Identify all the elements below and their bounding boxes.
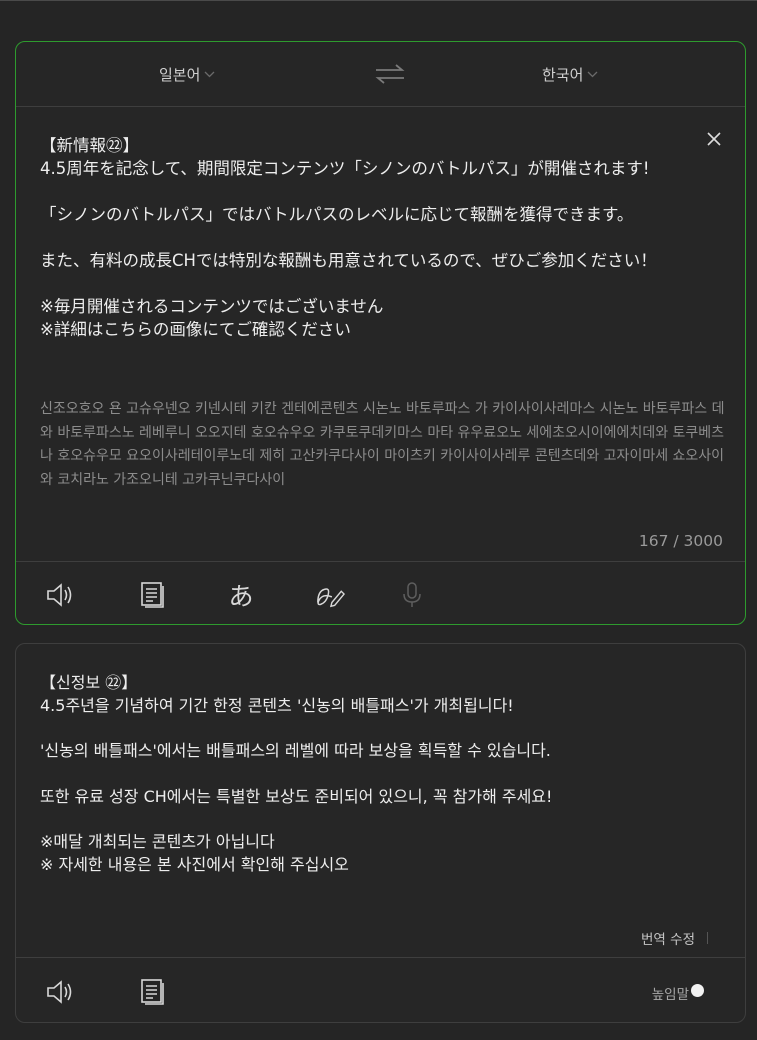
chevron-down-icon [587,68,598,81]
microphone-icon[interactable] [397,580,427,610]
source-language-label: 일본어 [159,66,201,84]
top-divider [0,0,757,1]
copy-icon[interactable] [137,977,167,1007]
swap-icon[interactable] [374,62,406,86]
translation-text: 【신정보 ㉒】 4.5주년을 기념하여 기간 한정 콘텐츠 '신농의 배틀패스'… [40,673,553,874]
target-language-select[interactable]: 한국어 [542,64,598,85]
honorific-toggle[interactable] [691,984,704,997]
source-toolbar: あ [16,561,745,625]
copy-icon[interactable] [137,580,167,610]
translation-toolbar: 높임말 [16,957,745,1023]
source-language-select[interactable]: 일본어 [159,64,215,85]
chevron-down-icon [204,68,215,81]
speaker-icon[interactable] [45,977,75,1007]
edit-translation-button[interactable]: 번역 수정 [641,928,695,948]
language-bar: 일본어 한국어 [16,42,745,107]
character-counter: 167 / 3000 [638,532,723,550]
speaker-icon[interactable] [45,580,75,610]
source-text-input[interactable]: 【新情報㉒】 4.5周年を記念して、期間限定コンテンツ「シノンのバトルパス」が開… [40,134,680,341]
hiragana-icon[interactable]: あ [226,580,256,611]
translation-card: 【신정보 ㉒】 4.5주년을 기념하여 기간 한정 콘텐츠 '신농의 배틀패스'… [15,643,746,1023]
source-card: 일본어 한국어 【新情報㉒】 4.5周年を記念して、期間限定コンテンツ「シノンの… [15,41,746,625]
honorific-label: 높임말 [651,987,689,1003]
target-language-label: 한국어 [542,66,584,84]
romanization-text: 신조오호오 욘 고슈우넨오 키넨시테 키칸 겐테에콘텐츠 시논노 바토루파스 가… [40,401,725,488]
handwriting-icon[interactable] [315,580,345,610]
edit-separator [707,932,708,944]
close-icon[interactable] [703,128,725,150]
